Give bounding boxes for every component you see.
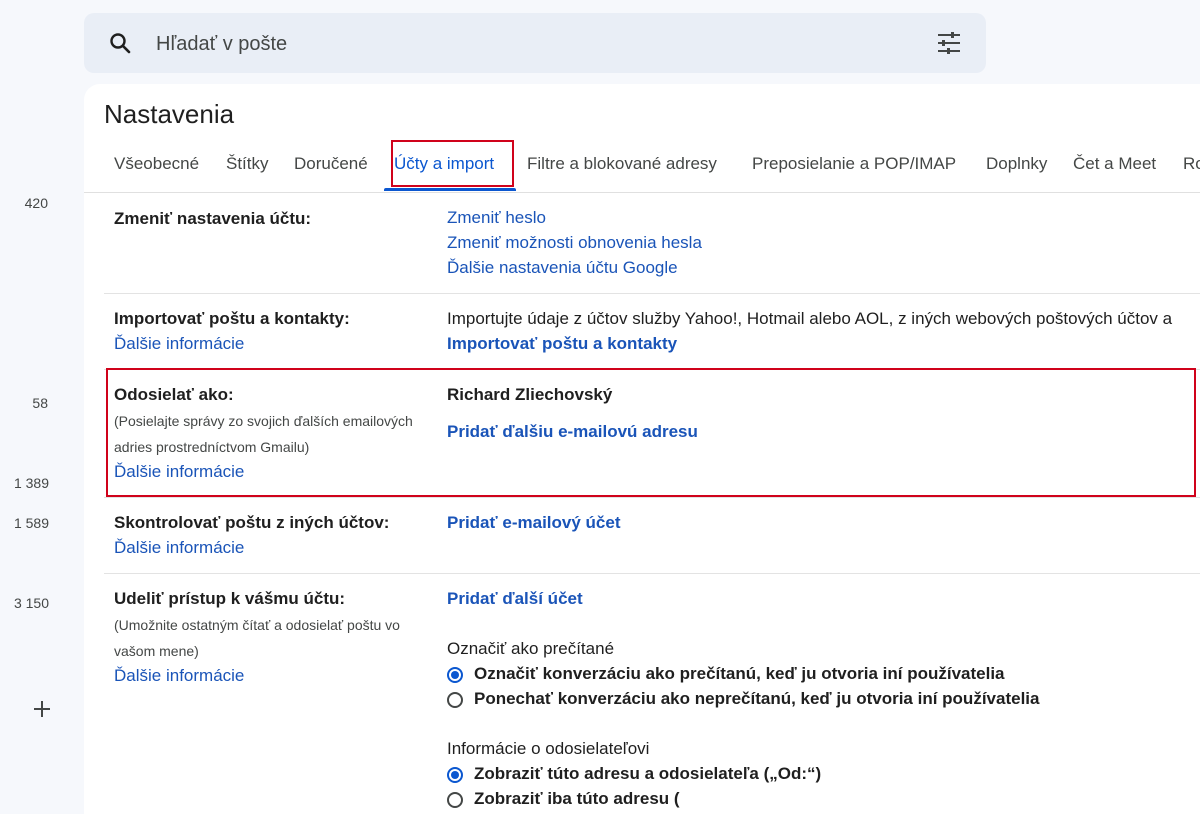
active-tab-indicator [384,188,516,191]
check-mail-label: Skontrolovať poštu z iných účtov: [114,513,390,532]
section-divider [104,573,1200,574]
tabs-divider [84,192,1200,193]
keep-unread-option-label[interactable]: Ponechať konverzáciu ako neprečítanú, ke… [474,689,1039,709]
import-description: Importujte údaje z účtov služby Yahoo!, … [447,309,1173,328]
left-rail: 420 58 1 389 1 589 3 150 [0,0,84,800]
tab-filters[interactable]: Filtre a blokované adresy [527,154,717,174]
change-recovery-link[interactable]: Zmeniť možnosti obnovenia hesla [447,233,702,253]
mark-read-radio[interactable] [447,667,463,683]
change-account-label: Zmeniť nastavenia účtu: [114,209,312,228]
show-address-sender-radio[interactable] [447,767,463,783]
label-count: 58 [32,395,48,411]
check-mail-learn-more-link[interactable]: Ďalšie informácie [114,538,244,558]
label-count: 1 389 [13,475,49,491]
import-learn-more-link[interactable]: Ďalšie informácie [114,334,244,354]
tab-addons[interactable]: Doplnky [986,154,1047,174]
add-another-account-link[interactable]: Pridať ďalší účet [447,589,583,609]
grant-access-note: vašom mene) [114,643,199,659]
tab-inbox[interactable]: Doručené [294,154,368,174]
highlight-box-tab [391,140,514,187]
tab-forwarding[interactable]: Preposielanie a POP/IMAP [752,154,956,174]
grant-access-label: Udeliť prístup k vášmu účtu: [114,589,346,608]
show-address-only-label[interactable]: Zobraziť iba túto adresu ( [474,789,680,809]
label-count: 3 150 [13,595,49,611]
section-divider [104,293,1200,294]
page-title: Nastavenia [104,99,235,129]
change-password-link[interactable]: Zmeniť heslo [447,208,546,228]
plus-icon[interactable] [30,697,54,721]
search-bar [84,13,986,73]
sender-info-heading: Informácie o odosielateľovi [447,739,650,758]
settings-panel: Nastavenia Všeobecné Štítky Doručené Účt… [84,84,1200,814]
grant-access-learn-more-link[interactable]: Ďalšie informácie [114,666,244,686]
add-mail-account-link[interactable]: Pridať e-mailový účet [447,513,621,533]
mark-read-heading: Označiť ako prečítané [447,639,615,658]
import-label: Importovať poštu a kontakty: [114,309,350,328]
tune-icon[interactable] [936,31,962,55]
keep-unread-radio[interactable] [447,692,463,708]
google-account-settings-link[interactable]: Ďalšie nastavenia účtu Google [447,258,678,278]
show-address-sender-label[interactable]: Zobraziť túto adresu a odosielateľa („Od… [474,764,821,784]
grant-access-note: (Umožnite ostatným čítať a odosielať poš… [114,617,400,633]
tab-labels[interactable]: Štítky [226,154,269,174]
search-input[interactable] [154,27,918,61]
tab-more[interactable]: Ro [1183,154,1200,174]
mark-read-option-label[interactable]: Označiť konverzáciu ako prečítanú, keď j… [474,664,1005,684]
highlight-box-send-as [106,368,1196,497]
search-icon[interactable] [108,31,132,55]
show-address-only-radio[interactable] [447,792,463,808]
label-count: 420 [24,195,48,211]
import-mail-contacts-link[interactable]: Importovať poštu a kontakty [447,334,677,354]
label-count: 1 589 [13,515,49,531]
tab-general[interactable]: Všeobecné [114,154,199,174]
tab-chat-meet[interactable]: Čet a Meet [1073,154,1156,174]
section-divider [104,497,1200,498]
